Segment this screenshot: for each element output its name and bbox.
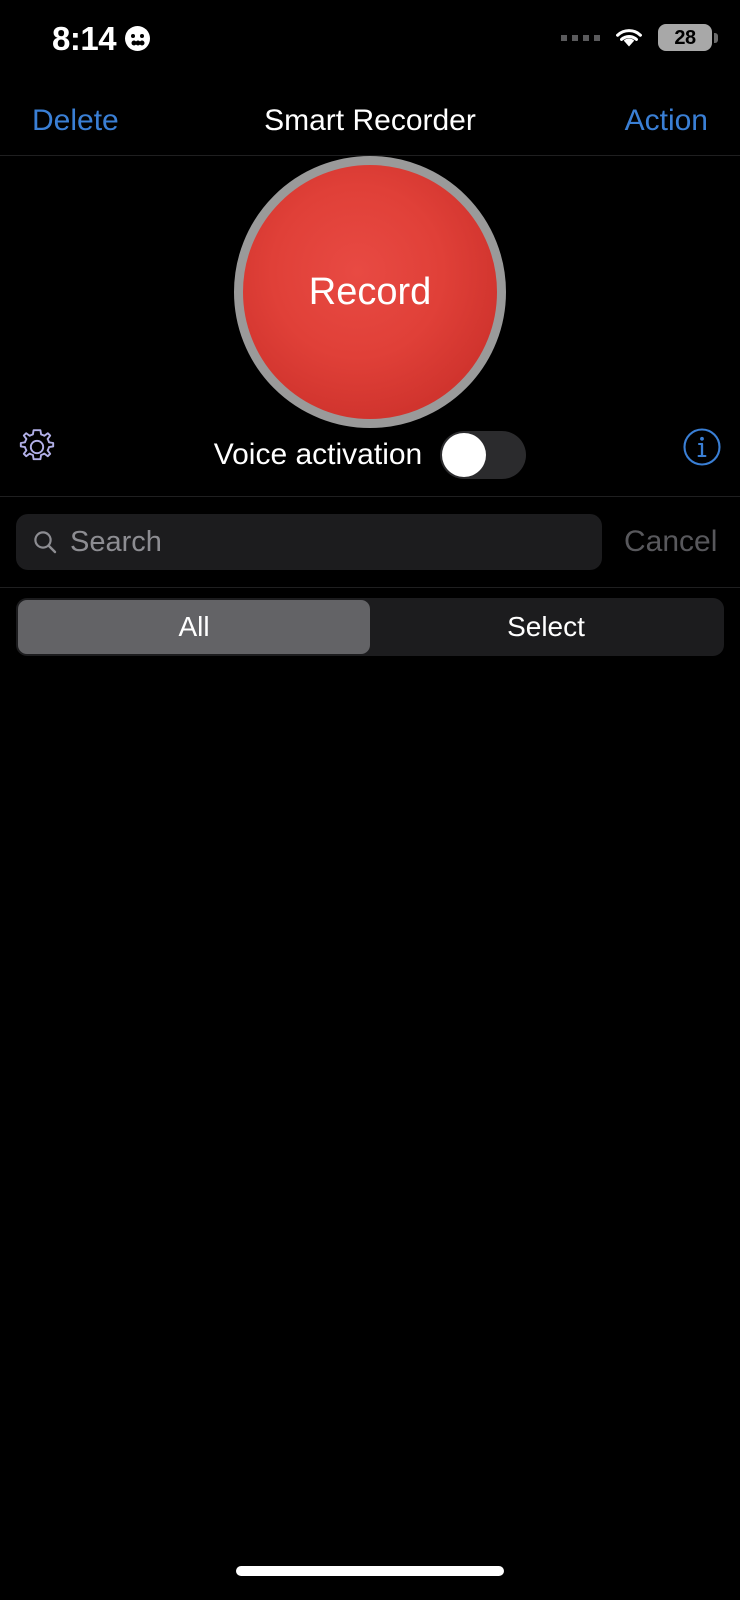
- status-bar-right: 28: [561, 24, 718, 51]
- search-cancel-button[interactable]: Cancel: [624, 527, 717, 557]
- smiley-face-icon: [125, 26, 151, 51]
- status-time: 8:14: [52, 20, 117, 57]
- search-bar: Search Cancel: [0, 496, 740, 588]
- search-input[interactable]: Search: [16, 514, 602, 570]
- wifi-icon: [616, 28, 642, 46]
- segmented-control-wrap: All Select: [0, 589, 740, 665]
- delete-button[interactable]: Delete: [32, 105, 119, 136]
- home-indicator[interactable]: [236, 1566, 504, 1576]
- status-bar: 8:14 28: [0, 0, 740, 86]
- record-section: Record Voice activation: [0, 156, 740, 495]
- status-bar-left: 8:14: [52, 20, 151, 57]
- voice-activation-row: Voice activation: [0, 431, 740, 479]
- segmented-control: All Select: [16, 598, 724, 656]
- action-button[interactable]: Action: [625, 105, 708, 136]
- recordings-list[interactable]: [0, 665, 740, 1535]
- toggle-knob: [442, 433, 487, 477]
- signal-dots-icon: [561, 34, 600, 41]
- segment-select[interactable]: Select: [370, 600, 722, 654]
- voice-activation-toggle[interactable]: [440, 431, 527, 479]
- navigation-bar: Delete Smart Recorder Action: [0, 86, 740, 156]
- record-button-label: Record: [308, 271, 432, 313]
- search-icon: [34, 531, 57, 554]
- app-screen: 8:14 28 Delete Smart Recorder Action Rec…: [0, 0, 740, 1600]
- segment-all[interactable]: All: [18, 600, 370, 654]
- voice-activation-label: Voice activation: [213, 438, 423, 471]
- battery-level: 28: [674, 26, 696, 49]
- battery-icon: 28: [658, 24, 718, 51]
- record-button[interactable]: Record: [234, 156, 506, 428]
- search-placeholder: Search: [70, 525, 162, 558]
